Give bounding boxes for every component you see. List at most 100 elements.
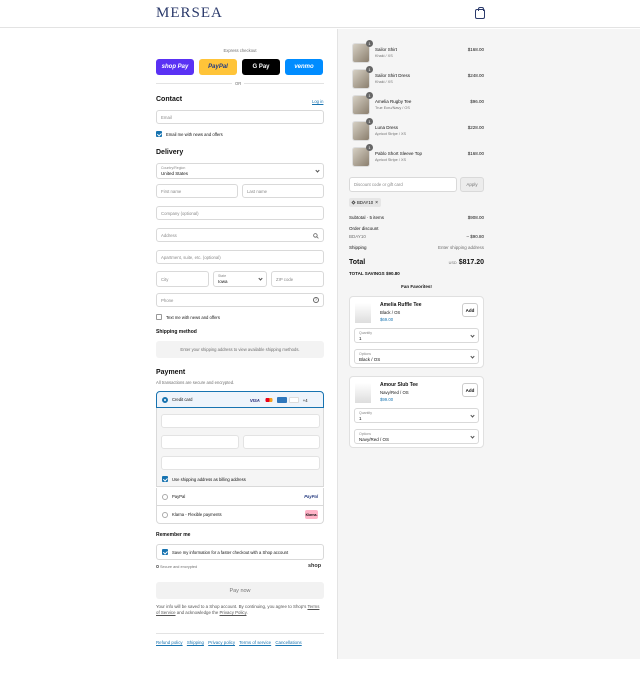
google-pay-button[interactable]: G Pay (242, 59, 280, 75)
secure-note: Secure and encrypted (156, 565, 197, 569)
security-code-field[interactable] (243, 435, 320, 449)
item-variant: Apricot Stripe / XS (375, 132, 407, 136)
klarna-label: Klarna - Flexible payments (172, 512, 222, 517)
city-field[interactable]: City (156, 271, 209, 287)
card-number-field[interactable] (161, 414, 320, 428)
country-select[interactable]: Country/Region United States (156, 163, 324, 179)
credit-card-radio[interactable] (162, 397, 168, 403)
delivery-title: Delivery (156, 149, 184, 156)
country-value: United States (161, 171, 189, 176)
pay-now-button[interactable]: Pay now (156, 582, 324, 599)
discount-row: BDAY10 – $90.80 (349, 234, 484, 239)
news-checkbox-label: Email me with news and offers (166, 132, 223, 137)
item-price: $96.00 (470, 99, 484, 104)
payment-subtitle: All transactions are secure and encrypte… (156, 380, 235, 385)
header: MERSEA (0, 0, 640, 28)
item-variant: True Ecru/Navy / OS (375, 106, 410, 110)
legal-period: . (246, 610, 248, 615)
divider (156, 633, 324, 634)
paypal-radio[interactable] (162, 494, 168, 500)
options-value: Black / OS (359, 356, 381, 362)
shop-pay-button[interactable]: shop Pay (156, 59, 194, 75)
options-select[interactable]: Options Navy/Red / OS (354, 429, 479, 444)
favorite-card: Amour Slub Tee Navy/Red / OS $99.00 Add … (349, 376, 484, 448)
add-button[interactable]: Add (462, 303, 478, 317)
legal-text-part: Your info will be saved to a Shop accoun… (156, 604, 307, 609)
store-logo[interactable]: MERSEA (156, 5, 223, 22)
cancellations-link[interactable]: Cancellations (275, 640, 301, 645)
favorites-title: Fan Favorites! (401, 284, 432, 289)
zip-field[interactable]: ZIP code (271, 271, 324, 287)
first-name-field[interactable]: First name (156, 184, 238, 198)
more-cards-count: +4 (302, 397, 308, 403)
shipping-method-note: Enter your shipping address to view avai… (156, 341, 324, 358)
name-on-card-field[interactable] (161, 456, 320, 470)
terms-of-service-link[interactable]: Terms of service (239, 640, 271, 645)
options-value: Navy/Red / OS (359, 436, 390, 442)
klarna-option[interactable]: Klarna - Flexible payments Klarna. (156, 506, 324, 524)
news-checkbox[interactable] (156, 131, 162, 137)
klarna-radio[interactable] (162, 512, 168, 518)
billing-checkbox[interactable] (162, 476, 168, 482)
company-field[interactable]: Company (optional) (156, 206, 324, 220)
chevron-down-icon (315, 168, 320, 173)
options-select[interactable]: Options Black / OS (354, 349, 479, 364)
shop-logo: shop (308, 563, 322, 569)
favorite-card: Amelia Ruffle Tee Black / OS $69.00 Add … (349, 296, 484, 368)
express-checkout-label: Express checkout (223, 48, 257, 53)
item-variant: Khaki / XS (375, 80, 393, 84)
state-select[interactable]: State Iowa (213, 271, 267, 287)
subtotal-label: Subtotal · 5 items (349, 215, 385, 220)
add-button[interactable]: Add (462, 383, 478, 397)
discount-code: BDAY10 (349, 234, 366, 239)
text-checkbox-label: Text me with news and offers (166, 315, 220, 320)
credit-card-option[interactable]: Credit card VISA +4 (156, 391, 324, 408)
item-name: Amelia Rugby Tee (375, 99, 412, 104)
bag-icon[interactable] (475, 7, 485, 19)
refund-policy-link[interactable]: Refund policy (156, 640, 183, 645)
discount-value: – $90.80 (466, 234, 484, 239)
help-icon[interactable]: ? (313, 297, 319, 303)
shipping-link[interactable]: Shipping (187, 640, 204, 645)
expiry-field[interactable] (161, 435, 239, 449)
phone-field[interactable]: Phone ? (156, 293, 324, 307)
email-field[interactable]: Email (156, 110, 324, 124)
remove-discount-icon[interactable]: × (375, 200, 378, 206)
item-name: Luna Dress (375, 125, 399, 130)
or-separator: OR (232, 81, 245, 86)
quantity-badge: 1 (366, 40, 373, 47)
save-info-label: Save my information for a faster checkou… (172, 550, 289, 555)
save-info-checkbox[interactable] (162, 549, 168, 555)
discover-icon (288, 397, 299, 403)
login-link[interactable]: Log in (312, 99, 323, 104)
savings-value: $90.80 (385, 271, 400, 276)
currency-code: USD (448, 261, 457, 265)
total-value: $817.20 (458, 259, 484, 266)
quantity-value: 1 (359, 415, 362, 421)
product-image (355, 303, 371, 323)
favorite-variant: Navy/Red / OS (380, 390, 409, 395)
favorite-variant: Black / OS (380, 310, 401, 315)
quantity-select[interactable]: Quantity 1 (354, 408, 479, 423)
address-field[interactable]: Address (156, 228, 324, 242)
item-name: Sailor Shirt Dress (375, 73, 411, 78)
paypal-option[interactable]: PayPal PayPal (156, 488, 324, 506)
paypal-button[interactable]: PayPal (199, 59, 237, 75)
remember-me-box: Save my information for a faster checkou… (156, 544, 324, 560)
tag-icon (351, 200, 356, 205)
favorite-price: $69.00 (380, 317, 394, 322)
quantity-value: 1 (359, 335, 362, 341)
text-checkbox[interactable] (156, 314, 162, 320)
secure-label: Secure and encrypted (160, 565, 198, 569)
item-variant: Khaki / XS (375, 54, 393, 58)
privacy-link[interactable]: Privacy Policy (220, 610, 247, 615)
venmo-button[interactable]: venmo (285, 59, 323, 75)
item-price: $228.00 (467, 125, 484, 130)
chevron-down-icon (258, 276, 263, 281)
apply-button[interactable]: Apply (460, 177, 484, 192)
last-name-field[interactable]: Last name (242, 184, 324, 198)
quantity-select[interactable]: Quantity 1 (354, 328, 479, 343)
discount-code-field[interactable]: Discount code or gift card (349, 177, 457, 192)
apartment-field[interactable]: Apartment, suite, etc. (optional) (156, 250, 324, 264)
privacy-policy-link[interactable]: Privacy policy (208, 640, 235, 645)
